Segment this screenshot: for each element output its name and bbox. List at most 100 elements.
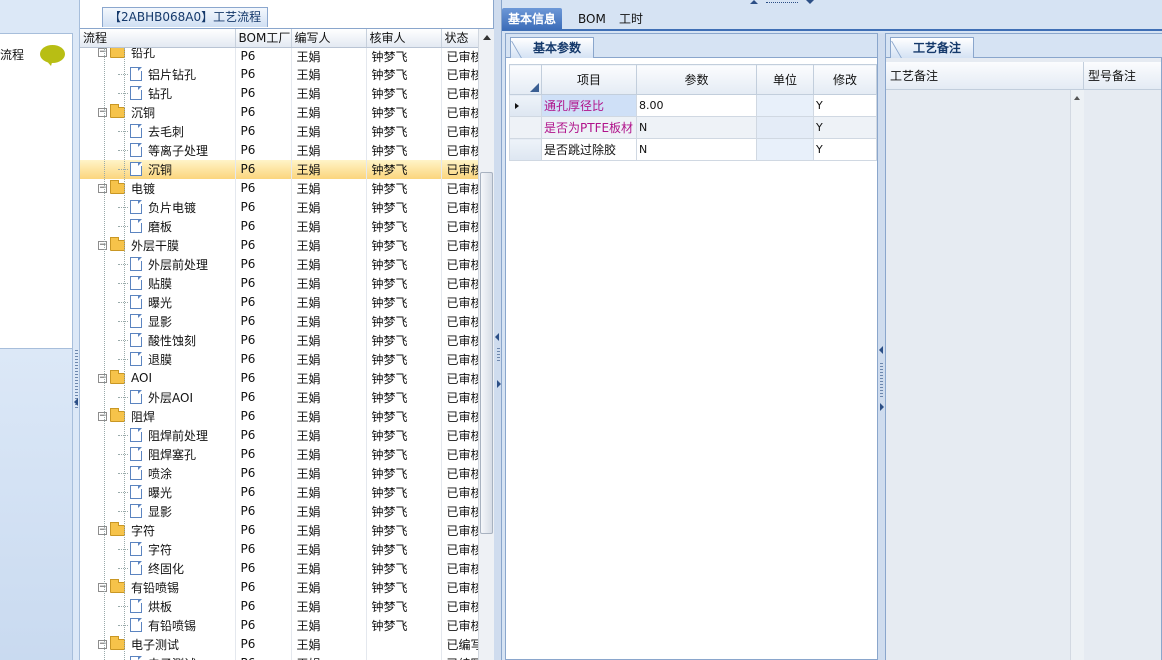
params-cell-item[interactable]: 是否为PTFE板材 [541,116,637,139]
tree-node[interactable]: 字符 [118,540,172,559]
col-header-status[interactable]: 状态 [441,29,479,48]
tree-row[interactable]: 曝光 P6王娟钟梦飞已审核 [80,482,479,502]
collapse-toggle-icon[interactable]: − [98,373,107,383]
tree-row[interactable]: 喷涂 P6王娟钟梦飞已审核 [80,463,479,483]
tree-row[interactable]: − 有铅喷锡 P6王娟钟梦飞已审核 [80,577,479,597]
collapse-toggle-icon[interactable]: − [98,183,107,193]
params-corner-cell[interactable] [509,64,542,95]
col-header-modify[interactable]: 修改 [813,64,877,95]
params-cell-unit[interactable] [756,138,814,161]
tree-node[interactable]: 显影 [118,312,172,331]
tree-row[interactable]: 外层AOI P6王娟钟梦飞已审核 [80,387,479,407]
collapse-left-arrow-icon[interactable] [74,398,78,406]
col-header-item[interactable]: 项目 [541,64,637,95]
tree-node[interactable]: 喷涂 [118,464,172,483]
tree-node[interactable]: 曝光 [118,293,172,312]
tree-row[interactable]: − 字符 P6王娟钟梦飞已审核 [80,520,479,540]
tree-node[interactable]: − 铅孔 [98,47,155,62]
collapse-toggle-icon[interactable]: − [98,525,107,535]
tree-node[interactable]: 曝光 [118,483,172,502]
tree-node[interactable]: 去毛刺 [118,122,184,141]
splitter-left-arrow-icon[interactable] [495,333,499,341]
collapse-toggle-icon[interactable]: − [98,240,107,250]
params-row[interactable]: 是否为PTFE板材 N Y [509,116,877,139]
tree-node[interactable]: 烘板 [118,597,172,616]
tree-node[interactable]: 阻焊塞孔 [118,445,196,464]
top-collapse-arrow-icon[interactable] [750,0,758,4]
tree-row[interactable]: − AOI P6王娟钟梦飞已审核 [80,368,479,388]
detail-splitter[interactable] [878,33,885,660]
tree-row[interactable]: 负片电镀 P6王娟钟梦飞已审核 [80,197,479,217]
col-header-param[interactable]: 参数 [636,64,757,95]
params-cell-value[interactable]: N [636,116,757,139]
tree-node[interactable]: − 阻焊 [98,407,155,426]
tree-row[interactable]: − 铅孔 P6王娟钟梦飞已审核 [80,47,479,65]
col-header-writer[interactable]: 编写人 [291,29,367,48]
tree-row[interactable]: 字符 P6王娟钟梦飞已审核 [80,539,479,559]
process-notes-scrollbar[interactable] [1070,90,1084,660]
tree-node[interactable]: − 电镀 [98,179,155,198]
tree-node[interactable]: 钻孔 [118,84,172,103]
tree-vertical-scrollbar[interactable] [478,29,494,660]
tree-node[interactable]: 有铅喷锡 [118,616,196,635]
tree-node[interactable]: 贴膜 [118,274,172,293]
tab-work-hours[interactable]: 工时 [613,8,649,30]
col-header-process-notes[interactable]: 工艺备注 [886,62,1084,90]
tab-bom[interactable]: BOM [572,8,612,30]
params-cell-modify[interactable]: Y [813,94,877,117]
params-cell-modify[interactable]: Y [813,116,877,139]
params-row-header[interactable] [509,94,542,117]
params-cell-value[interactable]: 8.00 [636,94,757,117]
tree-row[interactable]: 贴膜 P6王娟钟梦飞已审核 [80,273,479,293]
tree-row[interactable]: 显影 P6王娟钟梦飞已审核 [80,311,479,331]
tree-node[interactable]: 磨板 [118,217,172,236]
tree-node[interactable]: 外层前处理 [118,255,208,274]
tree-row[interactable]: − 电子测试 P6王娟 已编写 [80,634,479,654]
tree-node[interactable]: 外层AOI [118,388,193,407]
collapse-toggle-icon[interactable]: − [98,411,107,421]
tree-row[interactable]: − 外层干膜 P6王娟钟梦飞已审核 [80,235,479,255]
tree-node[interactable]: 酸性蚀刻 [118,331,196,350]
params-row-header[interactable] [509,138,542,161]
model-notes-column[interactable]: 型号备注 [1084,62,1161,660]
params-cell-unit[interactable] [756,116,814,139]
scroll-thumb[interactable] [480,172,493,534]
tree-row[interactable]: 退膜 P6王娟钟梦飞已审核 [80,349,479,369]
tree-node[interactable]: 电子测试 [118,654,196,660]
col-header-flow[interactable]: 流程 [80,29,236,48]
params-cell-item[interactable]: 通孔厚径比 [541,94,637,117]
tree-row[interactable]: 磨板 P6王娟钟梦飞已审核 [80,216,479,236]
tree-row[interactable]: − 沉铜 P6王娟钟梦飞已审核 [80,102,479,122]
tree-row[interactable]: 显影 P6王娟钟梦飞已审核 [80,501,479,521]
collapse-toggle-icon[interactable]: − [98,107,107,117]
tab-basic-info[interactable]: 基本信息 [502,8,563,30]
tree-row[interactable]: 烘板 P6王娟钟梦飞已审核 [80,596,479,616]
tab-process-notes[interactable]: 工艺备注 [890,37,975,58]
speech-bubble-icon[interactable] [40,45,65,66]
params-row[interactable]: 是否跳过除胶 N Y [509,138,877,161]
params-row[interactable]: 通孔厚径比 8.00 Y [509,94,877,117]
tree-node[interactable]: 铝片钻孔 [118,65,196,84]
splitter-right-arrow-icon[interactable] [497,380,501,388]
collapse-toggle-icon[interactable]: − [98,47,107,57]
tree-row[interactable]: 沉铜 P6王娟钟梦飞已审核 [80,159,479,179]
detail-splitter-right-arrow-icon[interactable] [880,403,884,411]
scroll-up-arrow-icon[interactable] [483,35,491,40]
params-cell-item[interactable]: 是否跳过除胶 [541,138,637,161]
tree-node[interactable]: 阻焊前处理 [118,426,208,445]
tree-node[interactable]: 退膜 [118,350,172,369]
tree-row[interactable]: 有铅喷锡 P6王娟钟梦飞已审核 [80,615,479,635]
collapse-toggle-icon[interactable]: − [98,639,107,649]
params-row-header[interactable] [509,116,542,139]
col-header-bom-factory[interactable]: BOM工厂 [235,29,292,48]
tree-node[interactable]: 等离子处理 [118,141,208,160]
params-cell-value[interactable]: N [636,138,757,161]
tree-row[interactable]: 终固化 P6王娟钟梦飞已审核 [80,558,479,578]
tree-row[interactable]: − 电镀 P6王娟钟梦飞已审核 [80,178,479,198]
tree-row[interactable]: 阻焊前处理 P6王娟钟梦飞已审核 [80,425,479,445]
params-cell-modify[interactable]: Y [813,138,877,161]
tree-row[interactable]: 外层前处理 P6王娟钟梦飞已审核 [80,254,479,274]
tree-node[interactable]: 沉铜 [118,160,172,179]
tree-node[interactable]: − 字符 [98,521,155,540]
tree-row[interactable]: 钻孔 P6王娟钟梦飞已审核 [80,83,479,103]
